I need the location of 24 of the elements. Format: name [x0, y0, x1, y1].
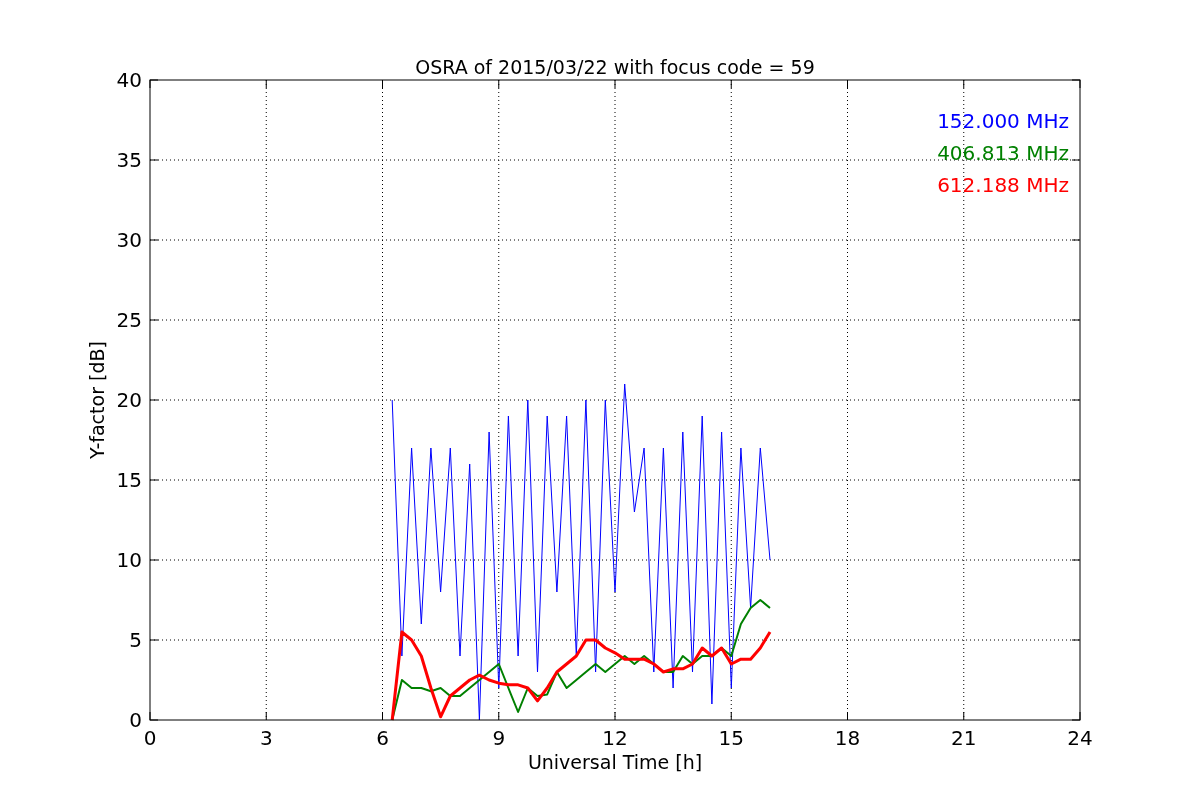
y-tick-label: 0 [129, 708, 142, 732]
x-tick-label: 24 [1067, 726, 1093, 750]
y-tick-label: 25 [116, 308, 142, 332]
y-tick-label: 35 [116, 148, 142, 172]
y-tick-label: 15 [116, 468, 142, 492]
x-tick-label: 3 [259, 726, 273, 750]
legend-label: 406.813 MHz [937, 141, 1069, 165]
y-tick-label: 5 [129, 628, 142, 652]
x-tick-label: 12 [602, 726, 628, 750]
y-tick-label: 30 [116, 228, 142, 252]
y-tick-label: 40 [116, 68, 142, 92]
x-tick-label: 6 [376, 726, 389, 750]
x-tick-label: 18 [834, 726, 861, 750]
x-tick-label: 0 [143, 726, 157, 750]
x-tick-label: 21 [951, 726, 977, 750]
legend-label: 152.000 MHz [937, 109, 1069, 133]
y-tick-label: 10 [116, 548, 142, 572]
x-tick-label: 15 [718, 726, 744, 750]
x-axis-label: Universal Time [h] [527, 751, 703, 773]
legend-label: 612.188 MHz [937, 173, 1069, 197]
chart-title: OSRA of 2015/03/22 with focus code = 59 [415, 56, 815, 78]
y-tick-label: 20 [116, 388, 142, 412]
x-tick-label: 9 [492, 726, 506, 750]
y-axis-label: Y-factor [dB] [86, 341, 108, 459]
